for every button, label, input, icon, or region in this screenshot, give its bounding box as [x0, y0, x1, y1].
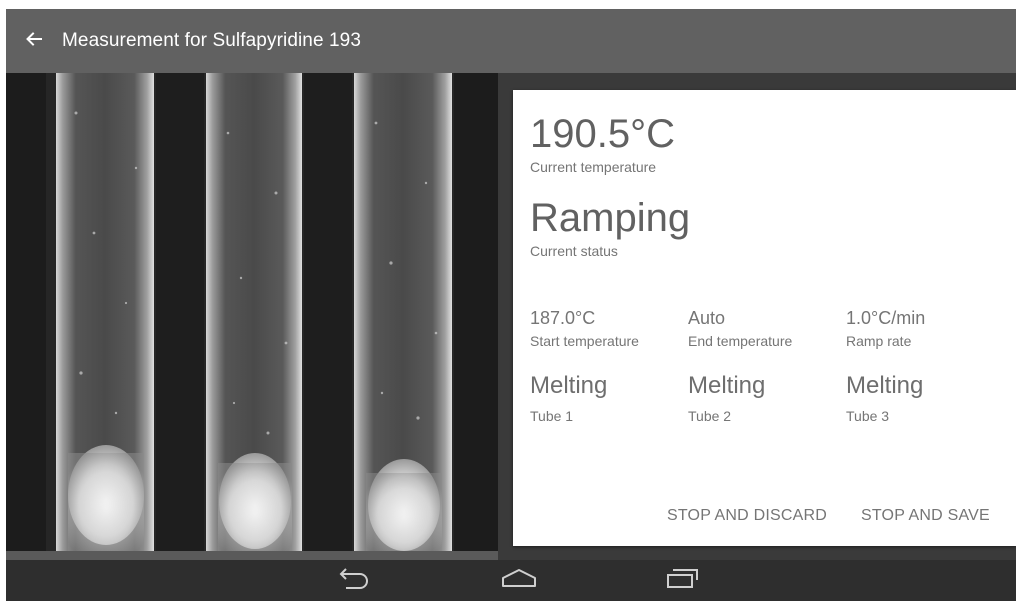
device-screen: Measurement for Sulfapyridine 193 190.5°…	[6, 9, 1016, 601]
system-navigation-bar	[6, 560, 1016, 601]
arrow-back-icon	[25, 30, 43, 53]
tube-1-label: Tube 1	[530, 408, 574, 424]
main-content: 190.5°C Current temperature Ramping Curr…	[6, 73, 1016, 560]
current-temperature-value: 190.5°C	[530, 112, 675, 156]
tube-2-image	[206, 73, 302, 560]
page-title: Measurement for Sulfapyridine 193	[62, 30, 362, 51]
start-temperature-value: 187.0°C	[530, 308, 596, 328]
tube-1-image	[56, 73, 154, 560]
tube-3-image	[354, 73, 452, 560]
tube-3-label: Tube 3	[846, 408, 890, 424]
recents-icon	[664, 567, 702, 594]
current-status-label: Current status	[530, 243, 618, 259]
stop-and-discard-button[interactable]: STOP AND DISCARD	[667, 507, 827, 525]
tube-1-state: Melting	[530, 372, 608, 399]
back-button[interactable]	[6, 9, 62, 73]
capillary-tubes-image	[6, 73, 498, 560]
stop-and-save-button[interactable]: STOP AND SAVE	[861, 507, 990, 525]
tube-2-label: Tube 2	[688, 408, 732, 424]
tube-2-state: Melting	[688, 372, 766, 399]
end-temperature-label: End temperature	[688, 333, 793, 349]
current-temperature-label: Current temperature	[530, 159, 657, 175]
nav-home-button[interactable]	[484, 560, 554, 601]
current-status-value: Ramping	[530, 196, 691, 240]
nav-recents-button[interactable]	[648, 560, 718, 601]
measurement-status-card: 190.5°C Current temperature Ramping Curr…	[513, 90, 1016, 546]
tube-3-state: Melting	[846, 372, 924, 399]
ramp-rate-label: Ramp rate	[846, 333, 912, 349]
app-bar: Measurement for Sulfapyridine 193	[6, 9, 1016, 73]
end-temperature-value: Auto	[688, 308, 726, 328]
home-icon	[500, 567, 538, 594]
ramp-rate-value: 1.0°C/min	[846, 308, 926, 328]
nav-back-button[interactable]	[321, 560, 391, 601]
start-temperature-label: Start temperature	[530, 333, 639, 349]
back-icon	[338, 567, 374, 594]
